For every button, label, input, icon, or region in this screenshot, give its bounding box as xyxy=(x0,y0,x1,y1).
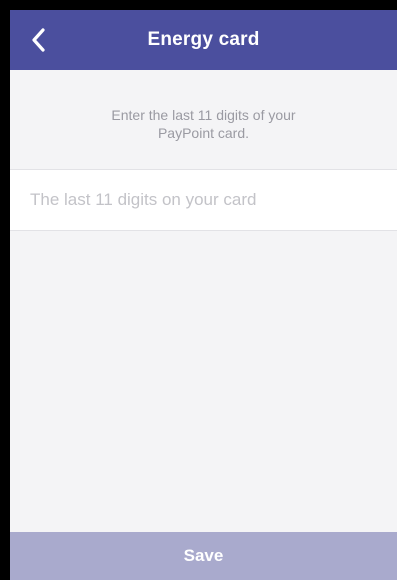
app-screen: Energy card Enter the last 11 digits of … xyxy=(10,10,397,580)
chevron-left-icon xyxy=(32,28,45,52)
save-button[interactable]: Save xyxy=(10,532,397,580)
instruction-line-1: Enter the last 11 digits of your xyxy=(111,107,296,123)
navigation-bar: Energy card xyxy=(10,10,397,70)
instruction-line-2: PayPoint card. xyxy=(157,125,250,141)
card-number-row xyxy=(10,169,397,231)
card-number-input[interactable] xyxy=(10,170,397,230)
back-button[interactable] xyxy=(24,24,52,56)
page-title: Energy card xyxy=(147,29,260,50)
instruction-text: Enter the last 11 digits of your PayPoin… xyxy=(10,106,397,142)
